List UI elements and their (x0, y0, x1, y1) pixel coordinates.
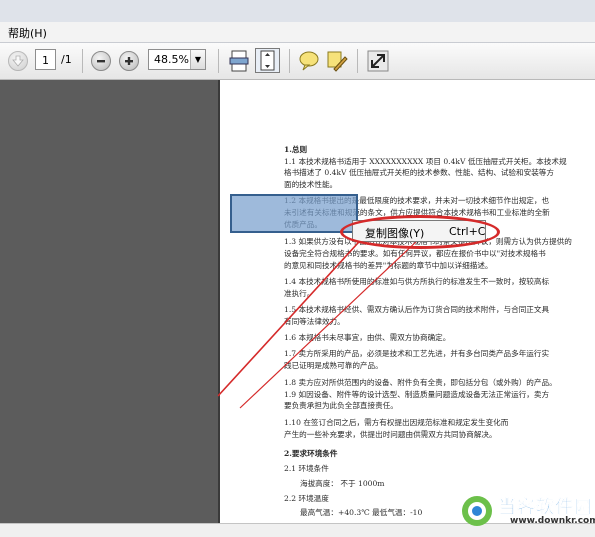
annotation-oval (340, 215, 500, 249)
watermark: 当客软件园 www.downkr.com (460, 492, 595, 530)
annotation-arrow (217, 231, 419, 409)
logo-icon (462, 496, 492, 526)
watermark-url: www.downkr.com (510, 516, 595, 526)
